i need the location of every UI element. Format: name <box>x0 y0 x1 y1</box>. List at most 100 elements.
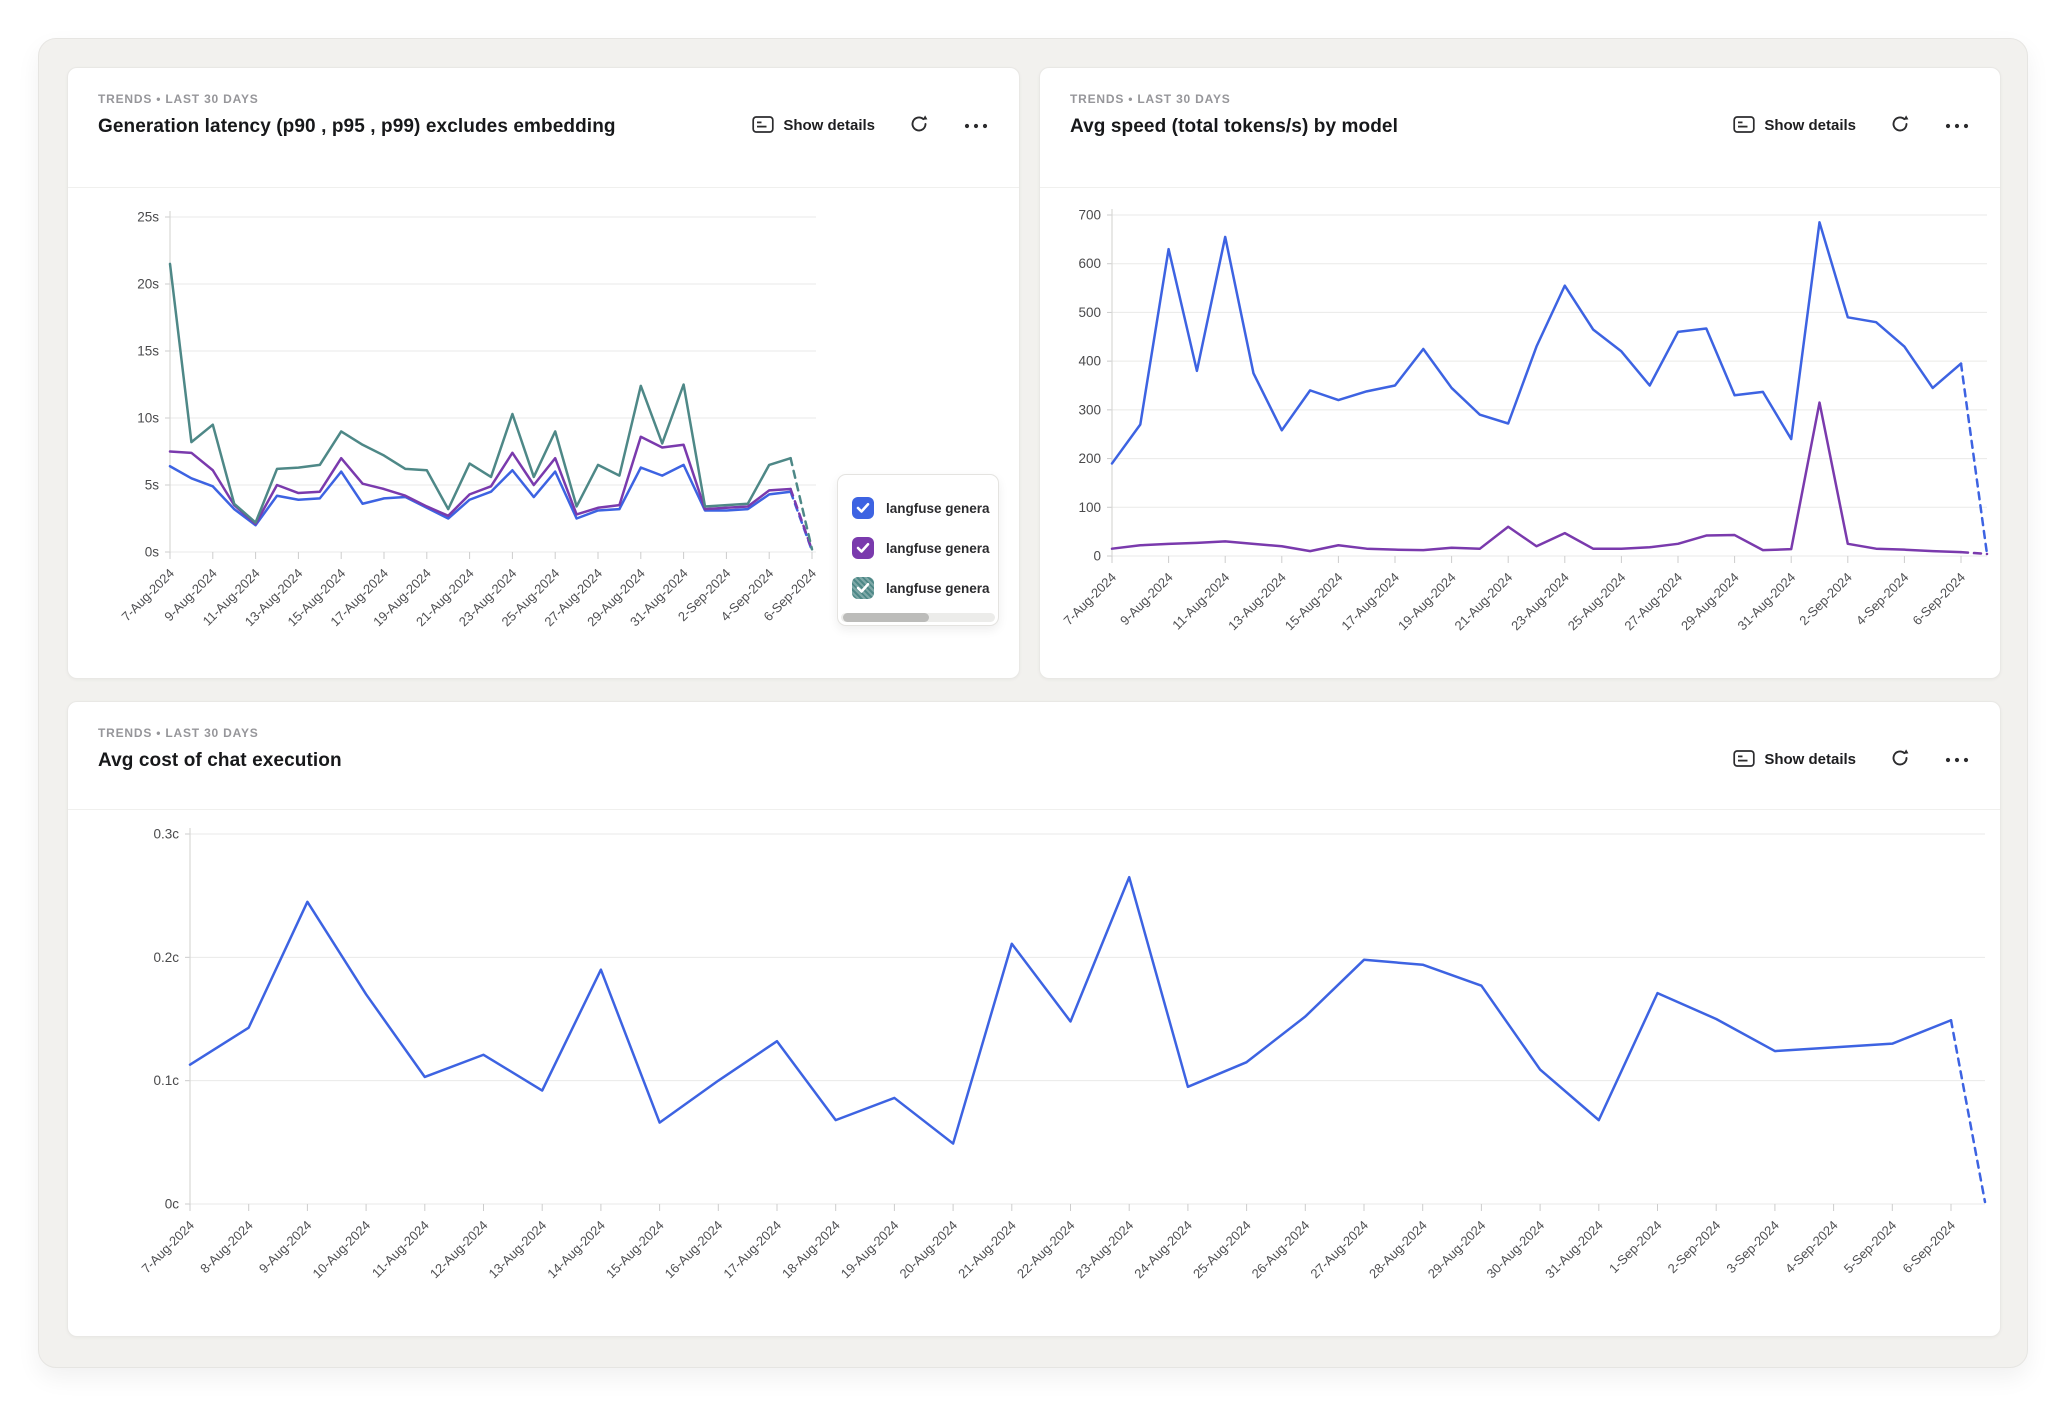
x-axis-tick-label: 27-Aug-2024 <box>1307 1218 1371 1282</box>
detail-card-icon <box>752 115 774 137</box>
more-menu-button[interactable] <box>1944 752 1970 767</box>
svg-text:10s: 10s <box>137 411 159 426</box>
speed-line-chart[interactable]: 01002003004005006007007-Aug-20249-Aug-20… <box>1040 188 2000 678</box>
x-axis-tick-label: 7-Aug-2024 <box>138 1218 197 1277</box>
x-axis-tick-label: 17-Aug-2024 <box>720 1218 784 1282</box>
more-menu-button[interactable] <box>963 118 989 133</box>
svg-text:700: 700 <box>1078 208 1101 223</box>
speed-chart-area: 01002003004005006007007-Aug-20249-Aug-20… <box>1040 188 2000 683</box>
trends-breadcrumb: TRENDS • LAST 30 DAYS <box>1070 92 1970 106</box>
panel-avg-cost: TRENDS • LAST 30 DAYS Avg cost of chat e… <box>67 701 2001 1337</box>
x-axis-tick-label: 5-Sep-2024 <box>1841 1218 1900 1277</box>
x-axis-tick-label: 11-Aug-2024 <box>369 1218 432 1281</box>
show-details-button[interactable]: Show details <box>1733 749 1856 771</box>
x-axis-tick-label: 25-Aug-2024 <box>1190 1218 1254 1282</box>
svg-text:0.3c: 0.3c <box>153 827 179 842</box>
cost-line-chart[interactable]: 0c 0.1c 0.2c 0.3c 7-Aug-20248-Aug-20249-Aug-… <box>68 810 2000 1336</box>
panel-header: TRENDS • LAST 30 DAYS Avg speed (total t… <box>1040 68 2000 188</box>
dashboard-page: TRENDS • LAST 30 DAYS Generation latency… <box>0 0 2064 1402</box>
show-details-label: Show details <box>1764 751 1856 768</box>
panel-generation-latency: TRENDS • LAST 30 DAYS Generation latency… <box>67 67 1020 679</box>
x-axis-tick-label: 13-Aug-2024 <box>486 1218 550 1282</box>
detail-card-icon <box>1733 115 1755 137</box>
x-axis-tick-label: 9-Aug-2024 <box>256 1218 315 1277</box>
svg-text:300: 300 <box>1078 402 1101 417</box>
x-axis-tick-label: 20-Aug-2024 <box>896 1218 960 1282</box>
x-axis-tick-label: 23-Aug-2024 <box>1073 1218 1137 1282</box>
trends-breadcrumb: TRENDS • LAST 30 DAYS <box>98 726 1970 740</box>
x-axis-tick-label: 18-Aug-2024 <box>779 1218 843 1282</box>
x-axis-tick-label: 3-Sep-2024 <box>1723 1218 1782 1277</box>
checkbox-checked-icon[interactable] <box>852 497 874 519</box>
panel-actions: Show details <box>752 114 989 137</box>
x-axis-tick-label: 15-Aug-2024 <box>603 1218 667 1282</box>
svg-text:0.2c: 0.2c <box>153 950 179 965</box>
x-axis-tick-label: 27-Aug-2024 <box>1621 570 1685 634</box>
x-axis-tick-label: 16-Aug-2024 <box>662 1218 726 1282</box>
dashboard-surface: TRENDS • LAST 30 DAYS Generation latency… <box>38 38 2028 1368</box>
x-axis-tick-label: 29-Aug-2024 <box>1678 570 1742 634</box>
x-axis-tick-label: 2-Sep-2024 <box>1665 1218 1724 1277</box>
legend-label: langfuse genera <box>886 581 990 596</box>
refresh-icon <box>909 114 929 137</box>
refresh-button[interactable] <box>909 114 929 137</box>
refresh-button[interactable] <box>1890 114 1910 137</box>
legend-item-series-1[interactable]: langfuse genera <box>852 488 998 528</box>
x-axis-tick-label: 4-Sep-2024 <box>1853 570 1912 629</box>
ellipsis-icon <box>1944 118 1970 133</box>
x-axis-tick-label: 22-Aug-2024 <box>1014 1218 1078 1282</box>
x-axis-tick-label: 10-Aug-2024 <box>309 1218 373 1282</box>
x-axis-tick-label: 24-Aug-2024 <box>1131 1218 1195 1282</box>
legend-scrollbar-track[interactable] <box>841 613 995 622</box>
chart-legend: langfuse genera langfuse genera langfuse… <box>837 474 999 626</box>
legend-scrollbar-thumb[interactable] <box>843 613 929 622</box>
x-axis-tick-label: 13-Aug-2024 <box>1225 570 1289 634</box>
svg-text:500: 500 <box>1078 305 1101 320</box>
ellipsis-icon <box>963 118 989 133</box>
x-axis-tick-label: 9-Aug-2024 <box>1117 570 1176 629</box>
panel-actions: Show details <box>1733 114 1970 137</box>
panel-title: Avg cost of chat execution <box>98 750 1970 772</box>
x-axis-tick-label: 12-Aug-2024 <box>427 1218 491 1282</box>
latency-chart-area: 0s5s10s15s20s25s7-Aug-20249-Aug-202411-A… <box>68 188 1019 683</box>
refresh-icon <box>1890 748 1910 771</box>
x-axis-tick-label: 31-Aug-2024 <box>1735 570 1799 634</box>
svg-text:20s: 20s <box>137 277 159 292</box>
legend-label: langfuse genera <box>886 541 990 556</box>
detail-card-icon <box>1733 749 1755 771</box>
legend-item-series-2[interactable]: langfuse genera <box>852 528 998 568</box>
refresh-icon <box>1890 114 1910 137</box>
svg-text:200: 200 <box>1078 451 1101 466</box>
x-axis-tick-label: 7-Aug-2024 <box>1060 570 1119 629</box>
legend-label: langfuse genera <box>886 501 990 516</box>
panel-header: TRENDS • LAST 30 DAYS Avg cost of chat e… <box>68 702 2000 810</box>
refresh-button[interactable] <box>1890 748 1910 771</box>
x-axis-tick-label: 29-Aug-2024 <box>1425 1218 1489 1282</box>
show-details-button[interactable]: Show details <box>1733 115 1856 137</box>
show-details-button[interactable]: Show details <box>752 115 875 137</box>
x-axis-tick-label: 17-Aug-2024 <box>1338 570 1402 634</box>
show-details-label: Show details <box>1764 117 1856 134</box>
x-axis-tick-label: 4-Sep-2024 <box>1782 1218 1841 1277</box>
checkbox-checked-icon[interactable] <box>852 577 874 599</box>
x-axis-tick-label: 6-Sep-2024 <box>1899 1218 1958 1277</box>
svg-text:0s: 0s <box>145 545 160 560</box>
x-axis-tick-label: 21-Aug-2024 <box>1452 570 1516 634</box>
svg-text:0.1c: 0.1c <box>153 1073 179 1088</box>
ellipsis-icon <box>1944 752 1970 767</box>
svg-text:0c: 0c <box>165 1197 180 1212</box>
checkbox-checked-icon[interactable] <box>852 537 874 559</box>
x-axis-tick-label: 6-Sep-2024 <box>1909 570 1968 629</box>
svg-text:100: 100 <box>1078 500 1101 515</box>
x-axis-tick-label: 1-Sep-2024 <box>1606 1218 1665 1277</box>
x-axis-tick-label: 8-Aug-2024 <box>197 1218 256 1277</box>
svg-text:5s: 5s <box>145 478 160 493</box>
x-axis-tick-label: 15-Aug-2024 <box>1282 570 1346 634</box>
x-axis-tick-label: 19-Aug-2024 <box>838 1218 902 1282</box>
svg-text:25s: 25s <box>137 210 159 225</box>
svg-text:15s: 15s <box>137 344 159 359</box>
more-menu-button[interactable] <box>1944 118 1970 133</box>
panel-actions: Show details <box>1733 748 1970 771</box>
legend-item-series-3[interactable]: langfuse genera <box>852 568 998 608</box>
x-axis-tick-label: 14-Aug-2024 <box>544 1218 608 1282</box>
